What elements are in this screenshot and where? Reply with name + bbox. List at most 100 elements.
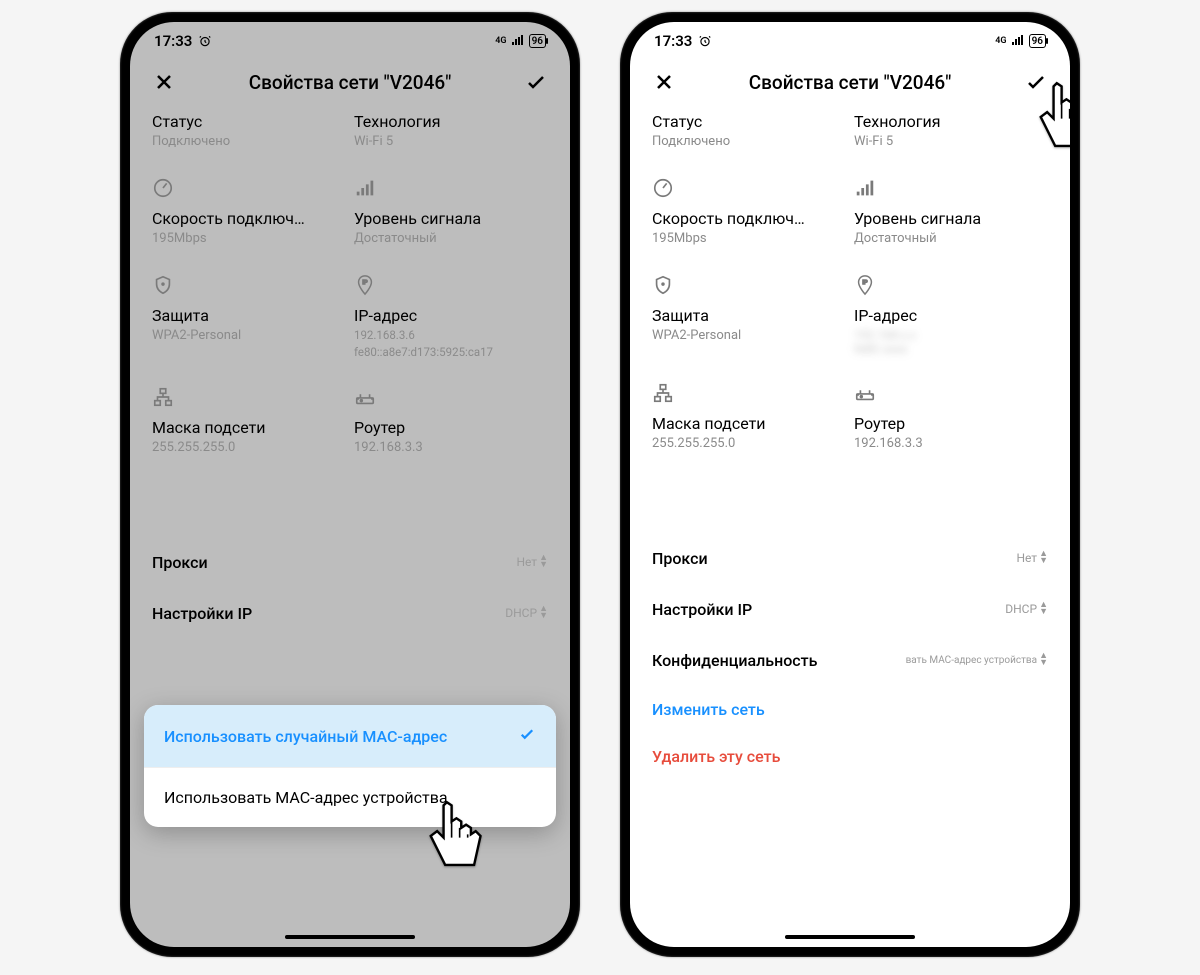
field-security: Защита WPA2-Personal [652, 274, 846, 356]
field-value: Wi-Fi 5 [854, 134, 1048, 151]
field-label: Технология [854, 112, 1048, 132]
field-value: WPA2-Personal [652, 328, 846, 345]
field-label: Статус [652, 112, 846, 132]
field-value: 255.255.255.0 [652, 436, 846, 453]
close-icon[interactable] [652, 70, 676, 94]
field-label: Уровень сигнала [854, 209, 1048, 229]
row-value: Нет▲▼ [1016, 551, 1048, 565]
ip-icon: IP [354, 274, 376, 296]
field-status: Статус Подключено [152, 112, 346, 151]
field-value-blurred: 192.168.x.xfe80::xxxx [854, 328, 1048, 356]
confirm-icon[interactable] [524, 70, 548, 94]
signal-bars-icon [354, 177, 376, 199]
field-status: Статус Подключено [652, 112, 846, 151]
check-icon [518, 725, 536, 747]
status-bar: 17:33 4G 96 [130, 22, 570, 54]
field-value: WPA2-Personal [152, 328, 346, 345]
row-proxy[interactable]: Прокси Нет▲▼ [152, 537, 548, 588]
status-time: 17:33 [154, 32, 192, 50]
field-speed: Скорость подключ… 195Mbps [152, 177, 346, 248]
alarm-icon [198, 34, 212, 48]
field-label: Скорость подключ… [152, 209, 346, 229]
page-header: Свойства сети "V2046" [630, 54, 1070, 112]
row-proxy[interactable]: Прокси Нет▲▼ [652, 533, 1048, 584]
screen: 17:33 4G 96 Свойства сети "V2046" [630, 22, 1070, 947]
field-label: Маска подсети [152, 418, 346, 438]
field-value: fe80::a8e7:d173:5925:ca17 [354, 345, 548, 360]
row-label: Настройки IP [652, 600, 752, 619]
row-value: вать MAC-адрес устройства▲▼ [906, 653, 1048, 667]
speedometer-icon [652, 177, 674, 199]
field-label: IP-адрес [854, 306, 1048, 326]
signal-bars-icon [854, 177, 876, 199]
row-value: DHCP▲▼ [505, 606, 548, 620]
field-value: 192.168.3.3 [354, 440, 548, 457]
dropdown-option-device-mac[interactable]: Использовать МАС-адрес устройства [144, 767, 556, 827]
shield-icon [152, 274, 174, 296]
shield-icon [652, 274, 674, 296]
field-label: IP-адрес [354, 306, 548, 326]
network-indicator: 4G [995, 36, 1006, 46]
field-label: Роутер [854, 414, 1048, 434]
field-value: 192.168.3.6 [354, 328, 548, 343]
home-indicator[interactable] [785, 935, 915, 939]
field-technology: Технология Wi-Fi 5 [354, 112, 548, 151]
field-value: 255.255.255.0 [152, 440, 346, 457]
row-label: Настройки IP [152, 604, 252, 623]
field-label: Уровень сигнала [354, 209, 548, 229]
field-value: Достаточный [854, 231, 1048, 248]
field-value: Wi-Fi 5 [354, 134, 548, 151]
field-value: 195Mbps [152, 231, 346, 248]
field-label: Маска подсети [652, 414, 846, 434]
battery-icon: 96 [1029, 34, 1046, 48]
page-header: Свойства сети "V2046" [130, 54, 570, 112]
field-label: Статус [152, 112, 346, 132]
field-value: Подключено [152, 134, 346, 151]
delete-network-button[interactable]: Удалить эту сеть [652, 733, 1048, 780]
field-value: 195Mbps [652, 231, 846, 248]
field-router: Роутер 192.168.3.3 [854, 382, 1048, 453]
router-icon [854, 382, 876, 404]
field-label: Роутер [354, 418, 548, 438]
status-time: 17:33 [654, 32, 692, 50]
row-label: Прокси [652, 549, 708, 568]
field-signal: Уровень сигнала Достаточный [854, 177, 1048, 248]
home-indicator[interactable] [285, 935, 415, 939]
network-icon [152, 386, 174, 408]
router-icon [354, 386, 376, 408]
field-signal: Уровень сигнала Достаточный [354, 177, 548, 248]
field-value: Достаточный [354, 231, 548, 248]
network-icon [652, 382, 674, 404]
svg-text:IP: IP [862, 280, 868, 286]
field-subnet: Маска подсети 255.255.255.0 [652, 382, 846, 453]
ip-icon: IP [854, 274, 876, 296]
field-technology: Технология Wi-Fi 5 [854, 112, 1048, 151]
field-speed: Скорость подключ… 195Mbps [652, 177, 846, 248]
close-icon[interactable] [152, 70, 176, 94]
modify-network-button[interactable]: Изменить сеть [652, 686, 1048, 733]
row-privacy[interactable]: Конфиденциальность вать MAC-адрес устрой… [652, 635, 1048, 686]
field-subnet: Маска подсети 255.255.255.0 [152, 386, 346, 457]
row-ip-settings[interactable]: Настройки IP DHCP▲▼ [652, 584, 1048, 635]
field-ip: IP IP-адрес 192.168.x.xfe80::xxxx [854, 274, 1048, 356]
speedometer-icon [152, 177, 174, 199]
confirm-icon[interactable] [1024, 70, 1048, 94]
battery-icon: 96 [529, 34, 546, 48]
field-label: Скорость подключ… [652, 209, 846, 229]
mac-address-dropdown: Использовать случайный МАС-адрес Использ… [144, 705, 556, 827]
page-title: Свойства сети "V2046" [749, 71, 952, 94]
field-label: Защита [152, 306, 346, 326]
phone-right: 17:33 4G 96 Свойства сети "V2046" [620, 12, 1080, 957]
page-title: Свойства сети "V2046" [249, 71, 452, 94]
field-label: Защита [652, 306, 846, 326]
row-value: DHCP▲▼ [1005, 602, 1048, 616]
network-indicator: 4G [495, 36, 506, 46]
field-router: Роутер 192.168.3.3 [354, 386, 548, 457]
row-ip-settings[interactable]: Настройки IP DHCP▲▼ [152, 588, 548, 639]
status-bar: 17:33 4G 96 [630, 22, 1070, 54]
dropdown-option-random-mac[interactable]: Использовать случайный МАС-адрес [144, 705, 556, 767]
field-ip: IP IP-адрес 192.168.3.6 fe80::a8e7:d173:… [354, 274, 548, 360]
row-label: Прокси [152, 553, 208, 572]
field-label: Технология [354, 112, 548, 132]
screen: 17:33 4G 96 Свойства сети "V2046" [130, 22, 570, 947]
